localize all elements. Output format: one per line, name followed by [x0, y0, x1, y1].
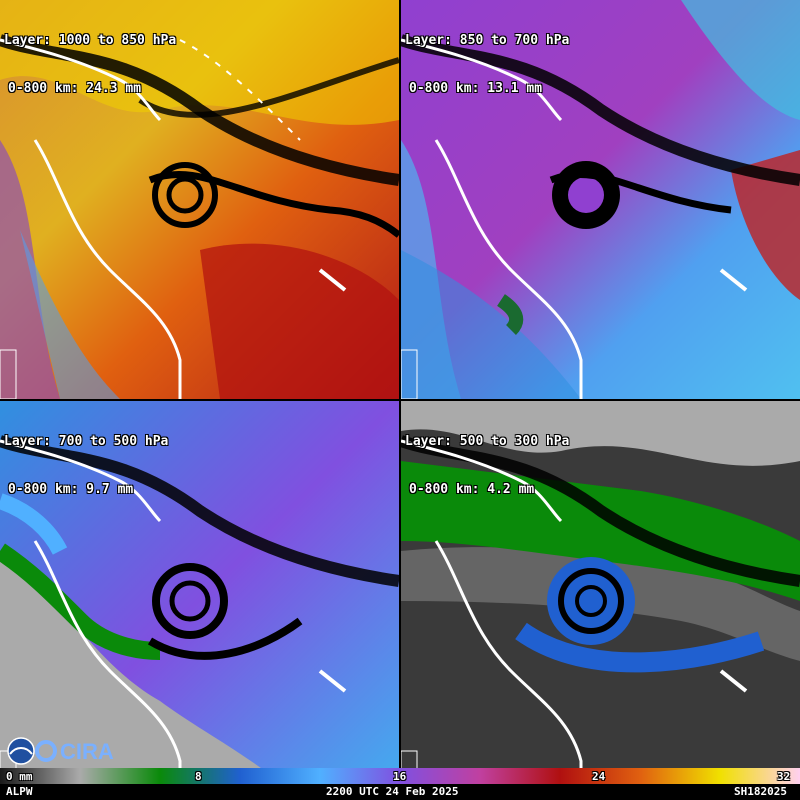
- layer-label: Layer: 500 to 300 hPa: [405, 434, 570, 449]
- panel-850-700: Layer: 850 to 700 hPa 0-800 km: 13.1 mm: [401, 0, 800, 399]
- logo-text: CIRA: [60, 739, 114, 764]
- noaa-cira-logo: CIRA: [7, 737, 114, 765]
- timestamp: 2200 UTC 24 Feb 2025: [326, 785, 459, 798]
- layer-label: Layer: 850 to 700 hPa: [405, 33, 570, 48]
- storm-id: SH182025: [734, 785, 787, 798]
- pw-value: 0-800 km: 9.7 mm: [8, 482, 134, 497]
- colorbar-label-16: 16: [393, 770, 407, 783]
- product-name: ALPW: [6, 785, 33, 798]
- pw-value: 0-800 km: 4.2 mm: [409, 482, 535, 497]
- colorbar-label-24: 24: [592, 770, 606, 783]
- panel-divider-horizontal: [0, 399, 800, 401]
- panel-700-500-title: Layer: 700 to 500 hPa 0-800 km: 9.7 mm: [4, 402, 168, 530]
- colorbar-label-8: 8: [195, 770, 202, 783]
- pw-value: 0-800 km: 24.3 mm: [8, 81, 142, 96]
- panel-1000-850: Layer: 1000 to 850 hPa 0-800 km: 24.3 mm: [0, 0, 399, 399]
- panel-850-700-title: Layer: 850 to 700 hPa 0-800 km: 13.1 mm: [405, 1, 569, 129]
- colorbar-label-0: 0 mm: [6, 770, 33, 783]
- alpw-map-figure: Layer: 1000 to 850 hPa 0-800 km: 24.3 mm: [0, 0, 800, 800]
- layer-label: Layer: 700 to 500 hPa: [4, 434, 169, 449]
- panel-divider-vertical: [399, 0, 401, 768]
- layer-label: Layer: 1000 to 850 hPa: [4, 33, 177, 48]
- panel-500-300: Layer: 500 to 300 hPa 0-800 km: 4.2 mm: [401, 401, 800, 800]
- colorbar-label-32: 32: [777, 770, 791, 783]
- panel-500-300-title: Layer: 500 to 300 hPa 0-800 km: 4.2 mm: [405, 402, 569, 530]
- pw-value: 0-800 km: 13.1 mm: [409, 81, 543, 96]
- footer: ALPW 2200 UTC 24 Feb 2025 SH182025: [0, 784, 800, 800]
- panel-1000-850-title: Layer: 1000 to 850 hPa 0-800 km: 24.3 mm: [4, 1, 176, 129]
